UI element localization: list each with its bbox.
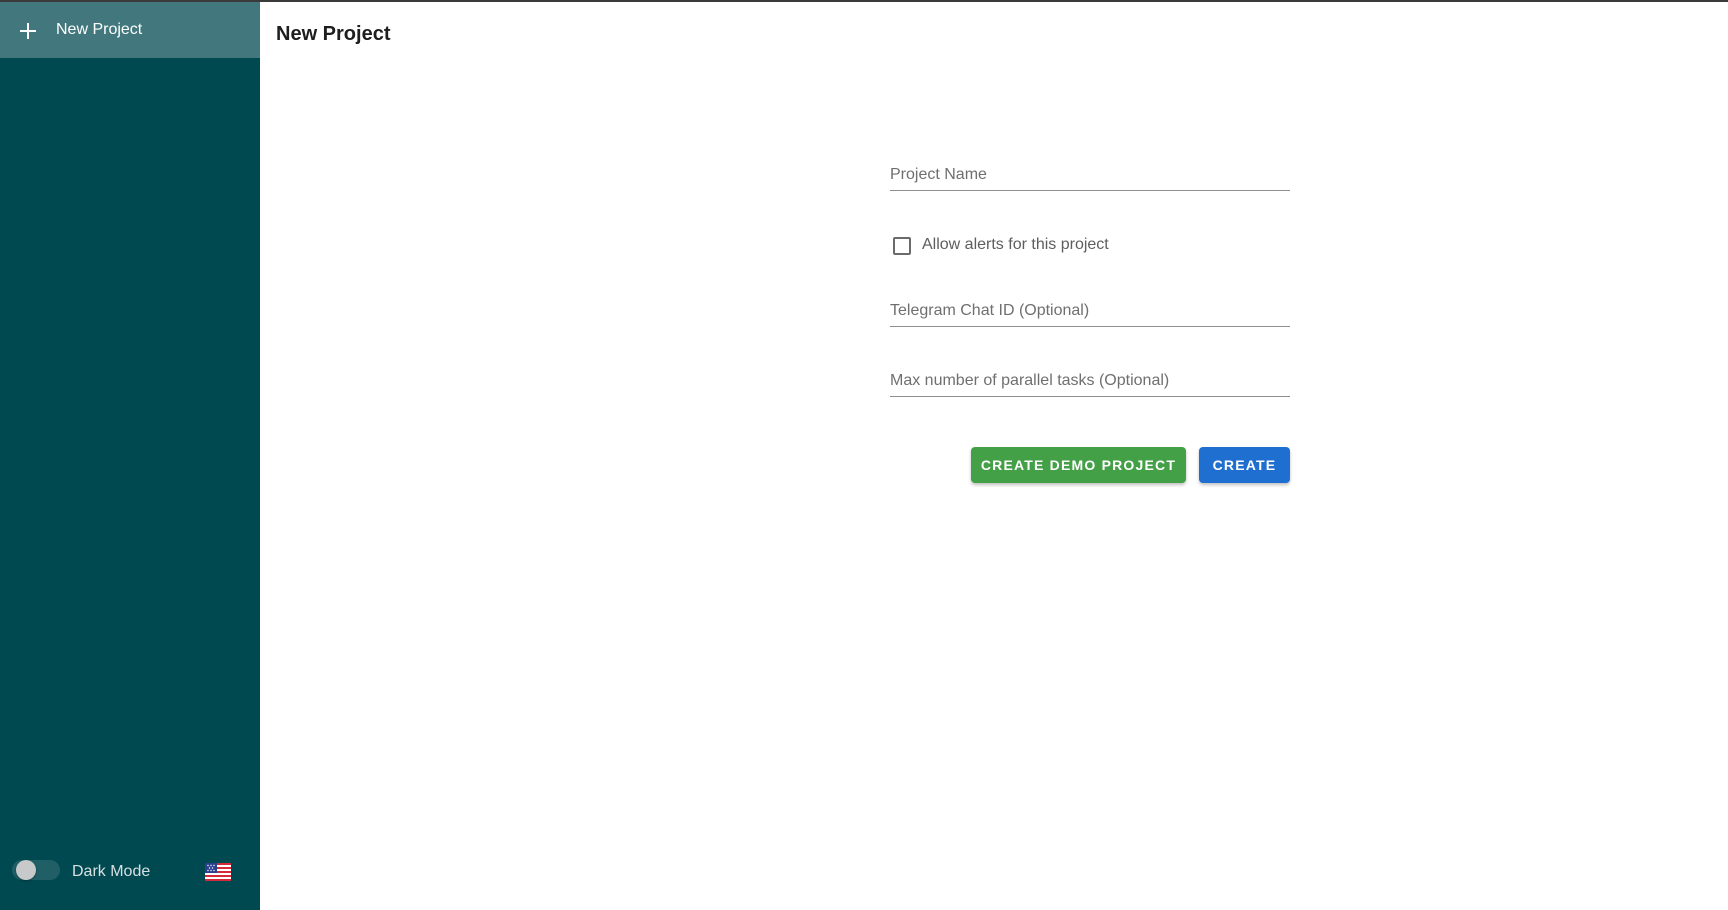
max-parallel-tasks-field bbox=[890, 364, 1290, 397]
telegram-chat-id-field bbox=[890, 294, 1290, 327]
us-flag-icon[interactable] bbox=[205, 863, 231, 881]
alerts-checkbox-label: Allow alerts for this project bbox=[922, 236, 1109, 253]
telegram-chat-id-input[interactable] bbox=[890, 300, 1290, 322]
project-name-field bbox=[890, 158, 1290, 191]
page-title: New Project bbox=[276, 23, 391, 45]
dark-mode-label: Dark Mode bbox=[72, 863, 151, 880]
app-window: New Project Dark Mode New Project Projec… bbox=[0, 0, 1728, 910]
create-demo-project-button[interactable]: Create Demo Project bbox=[971, 447, 1186, 483]
plus-icon bbox=[20, 23, 36, 39]
sidebar-item-new-project[interactable]: New Project bbox=[0, 2, 260, 58]
alerts-checkbox-row: Allow alerts for this project bbox=[890, 232, 1290, 258]
main-content: New Project Allow alerts for this projec… bbox=[260, 2, 1728, 910]
dark-mode-toggle[interactable] bbox=[12, 857, 60, 883]
toggle-thumb bbox=[16, 860, 36, 880]
alerts-checkbox[interactable] bbox=[893, 237, 911, 255]
sidebar-item-label: New Project bbox=[56, 21, 143, 38]
sidebar: New Project Dark Mode bbox=[0, 2, 260, 910]
create-button[interactable]: Create bbox=[1199, 447, 1290, 483]
max-parallel-tasks-input[interactable] bbox=[890, 370, 1290, 392]
project-name-input[interactable] bbox=[890, 164, 1290, 186]
